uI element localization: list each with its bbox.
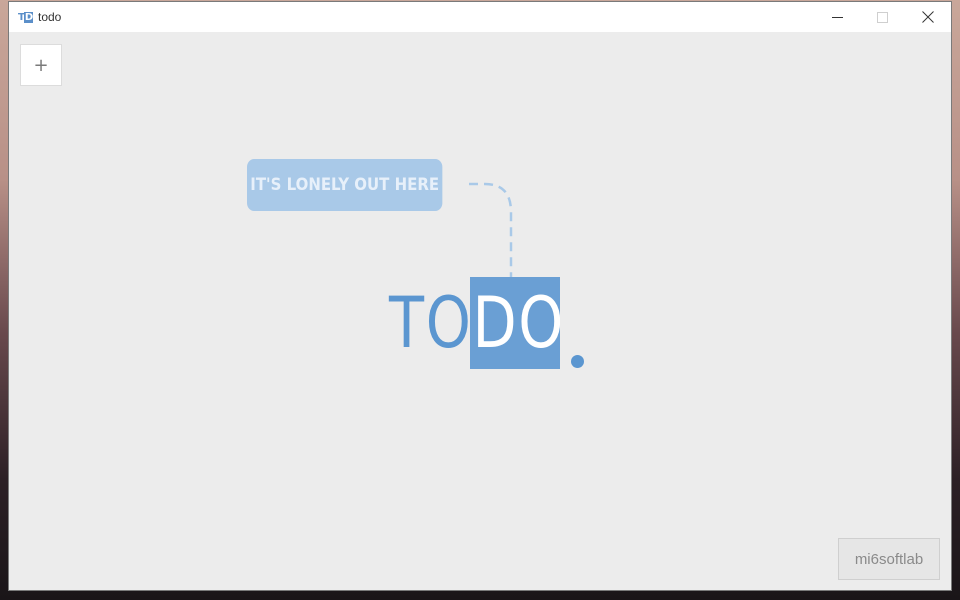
brand-button[interactable]: mi6softlab <box>838 538 940 580</box>
window-title: todo <box>38 10 62 24</box>
logo-dot <box>571 355 584 368</box>
logo-highlight-box: DO <box>470 277 560 369</box>
minimize-button[interactable] <box>815 2 860 32</box>
add-todo-button[interactable]: + <box>20 44 62 86</box>
title-bar[interactable]: TD todo <box>9 2 951 32</box>
empty-state-bubble: IT'S LONELY OUT HERE <box>247 159 443 211</box>
maximize-button[interactable] <box>860 2 905 32</box>
minimize-icon <box>832 16 843 18</box>
logo-text-highlight: DO <box>472 282 560 364</box>
close-button[interactable] <box>905 2 950 32</box>
bubble-connector-line <box>469 182 513 280</box>
maximize-icon <box>877 11 888 23</box>
todo-logo: TO DO <box>389 277 560 369</box>
logo-text-plain: TO <box>389 282 473 364</box>
todo-app-icon: TD <box>18 11 33 23</box>
app-window: TD todo + IT'S LONELY OUT HERE TO DO mi6… <box>8 1 952 591</box>
close-icon <box>921 11 934 23</box>
